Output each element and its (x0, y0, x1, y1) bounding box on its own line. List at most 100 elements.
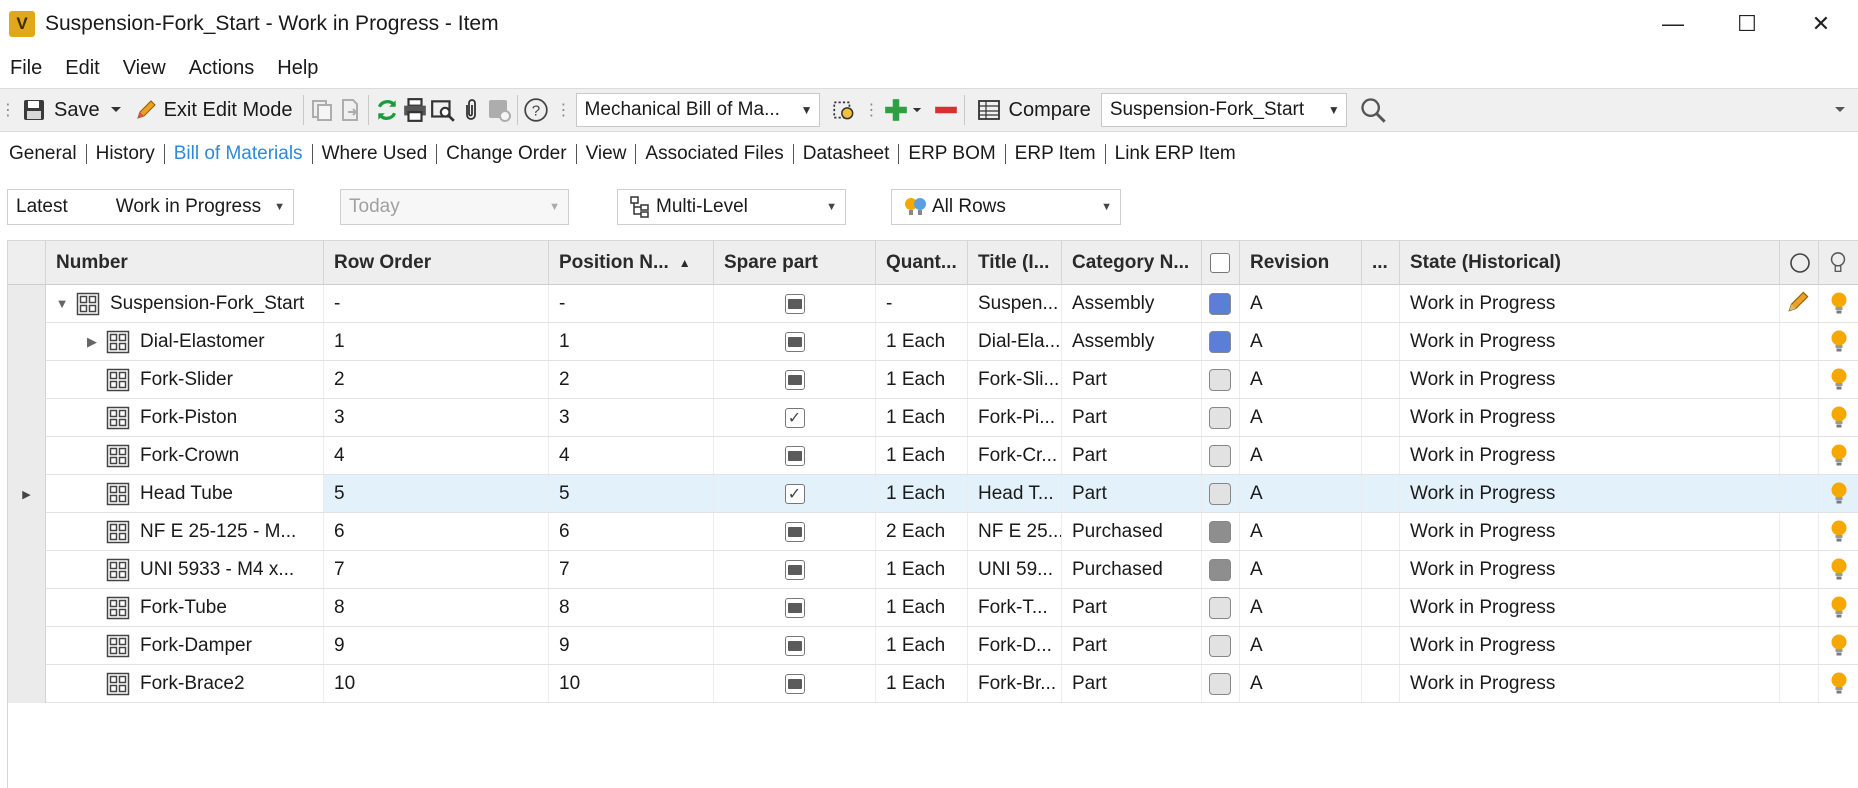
cell-title[interactable]: Fork-D... (968, 627, 1062, 664)
cell-state[interactable]: Work in Progress (1400, 323, 1780, 360)
export-document-icon[interactable] (336, 96, 364, 124)
cell-edit-status[interactable] (1780, 551, 1819, 588)
cell-number[interactable]: UNI 5933 - M4 x... (46, 551, 324, 588)
copy-icon[interactable] (308, 96, 336, 124)
cell-category-color[interactable] (1202, 627, 1240, 664)
collapse-icon[interactable]: ▼ (52, 296, 72, 311)
cell-category-color[interactable] (1202, 437, 1240, 474)
table-row[interactable]: ▶ Head Tube 5 5 ✓ 1 Each Head T... Part A Work in… (8, 475, 1858, 513)
menu-file[interactable]: File (0, 57, 55, 80)
spare-part-checkbox-indeterminate[interactable] (784, 597, 805, 618)
cell-lifecycle[interactable] (1819, 627, 1858, 664)
spare-part-checkbox-checked[interactable]: ✓ (784, 483, 805, 504)
cell-state[interactable]: Work in Progress (1400, 551, 1780, 588)
tab-where-used[interactable]: Where Used (313, 143, 437, 165)
cell-more[interactable] (1362, 589, 1400, 626)
cell-spare-part[interactable] (714, 665, 876, 702)
menu-view[interactable]: View (113, 57, 179, 80)
cell-number[interactable]: Fork-Crown (46, 437, 324, 474)
cell-title[interactable]: Fork-Sli... (968, 361, 1062, 398)
cell-row-order[interactable]: 3 (324, 399, 549, 436)
tab-general[interactable]: General (0, 143, 86, 165)
cell-spare-part[interactable] (714, 361, 876, 398)
cell-number[interactable]: Fork-Damper (46, 627, 324, 664)
cell-quantity[interactable]: 1 Each (876, 323, 968, 360)
cell-number[interactable]: Fork-Slider (46, 361, 324, 398)
cell-category[interactable]: Assembly (1062, 323, 1202, 360)
table-row[interactable]: NF E 25-125 - M... 6 6 2 Each NF E 25... Purc… (8, 513, 1858, 551)
cell-lifecycle[interactable] (1819, 285, 1858, 322)
cell-more[interactable] (1362, 475, 1400, 512)
minimize-button[interactable]: — (1636, 0, 1710, 48)
cell-position[interactable]: 7 (549, 551, 714, 588)
cell-state[interactable]: Work in Progress (1400, 437, 1780, 474)
cell-spare-part[interactable] (714, 551, 876, 588)
column-header-more[interactable]: ... (1362, 241, 1400, 285)
column-header-state[interactable]: State (Historical) (1400, 241, 1780, 285)
spare-part-checkbox-indeterminate[interactable] (784, 521, 805, 542)
select-all-checkbox[interactable] (1210, 253, 1230, 273)
rows-filter-select[interactable]: All Rows ▼ (891, 189, 1121, 225)
cell-spare-part[interactable] (714, 285, 876, 322)
cell-category-color[interactable] (1202, 665, 1240, 702)
cell-number[interactable]: Fork-Tube (46, 589, 324, 626)
cell-more[interactable] (1362, 323, 1400, 360)
cell-number[interactable]: ▶ Dial-Elastomer (46, 323, 324, 360)
tab-datasheet[interactable]: Datasheet (794, 143, 899, 165)
cell-category-color[interactable] (1202, 361, 1240, 398)
cell-position[interactable]: 9 (549, 627, 714, 664)
cell-more[interactable] (1362, 551, 1400, 588)
tab-history[interactable]: History (87, 143, 164, 165)
table-row[interactable]: ▼ Suspension-Fork_Start - - - Suspen... Assemb… (8, 285, 1858, 323)
row-selector[interactable] (8, 323, 46, 361)
cell-category-color[interactable] (1202, 551, 1240, 588)
expand-icon[interactable]: ▶ (82, 334, 102, 350)
cell-category[interactable]: Part (1062, 361, 1202, 398)
spare-part-checkbox-indeterminate[interactable] (784, 635, 805, 656)
row-selector[interactable] (8, 285, 46, 323)
cell-revision[interactable]: A (1240, 513, 1362, 550)
cell-row-order[interactable]: 2 (324, 361, 549, 398)
tab-bill-of-materials[interactable]: Bill of Materials (165, 143, 312, 165)
remove-row-icon[interactable] (932, 96, 960, 124)
cell-title[interactable]: Head T... (968, 475, 1062, 512)
menu-actions[interactable]: Actions (179, 57, 268, 80)
table-row[interactable]: Fork-Brace2 10 10 1 Each Fork-Br... Part A Work… (8, 665, 1858, 703)
cell-position[interactable]: 6 (549, 513, 714, 550)
cell-edit-status[interactable] (1780, 399, 1819, 436)
cell-revision[interactable]: A (1240, 627, 1362, 664)
save-dropdown-icon[interactable] (106, 96, 126, 124)
spare-part-checkbox-indeterminate[interactable] (784, 331, 805, 352)
cell-position[interactable]: 3 (549, 399, 714, 436)
cell-spare-part[interactable] (714, 589, 876, 626)
cell-row-order[interactable]: 10 (324, 665, 549, 702)
table-row[interactable]: Fork-Piston 3 3 ✓ 1 Each Fork-Pi... Part A Work … (8, 399, 1858, 437)
help-icon[interactable]: ? (522, 96, 550, 124)
cell-row-order[interactable]: 9 (324, 627, 549, 664)
cell-edit-status[interactable] (1780, 475, 1819, 512)
cell-lifecycle[interactable] (1819, 437, 1858, 474)
cell-number[interactable]: NF E 25-125 - M... (46, 513, 324, 550)
cell-spare-part[interactable] (714, 627, 876, 664)
cell-revision[interactable]: A (1240, 399, 1362, 436)
cell-state[interactable]: Work in Progress (1400, 285, 1780, 322)
add-row-icon[interactable] (882, 96, 910, 124)
cell-category[interactable]: Part (1062, 475, 1202, 512)
view-settings-icon[interactable] (830, 96, 858, 124)
cell-category[interactable]: Part (1062, 589, 1202, 626)
cell-row-order[interactable]: 4 (324, 437, 549, 474)
table-row[interactable]: Fork-Damper 9 9 1 Each Fork-D... Part A Work in… (8, 627, 1858, 665)
bom-view-select[interactable]: Mechanical Bill of Ma... ▼ (575, 93, 820, 127)
cell-edit-status[interactable] (1780, 513, 1819, 550)
cell-quantity[interactable]: 1 Each (876, 627, 968, 664)
cell-more[interactable] (1362, 399, 1400, 436)
row-selector[interactable]: ▶ (8, 475, 46, 513)
cell-category[interactable]: Part (1062, 437, 1202, 474)
cell-revision[interactable]: A (1240, 665, 1362, 702)
cell-more[interactable] (1362, 437, 1400, 474)
cell-title[interactable]: Fork-Pi... (968, 399, 1062, 436)
menu-help[interactable]: Help (267, 57, 331, 80)
cell-edit-status[interactable] (1780, 323, 1819, 360)
tab-erp-bom[interactable]: ERP BOM (899, 143, 1004, 165)
cell-position[interactable]: 4 (549, 437, 714, 474)
